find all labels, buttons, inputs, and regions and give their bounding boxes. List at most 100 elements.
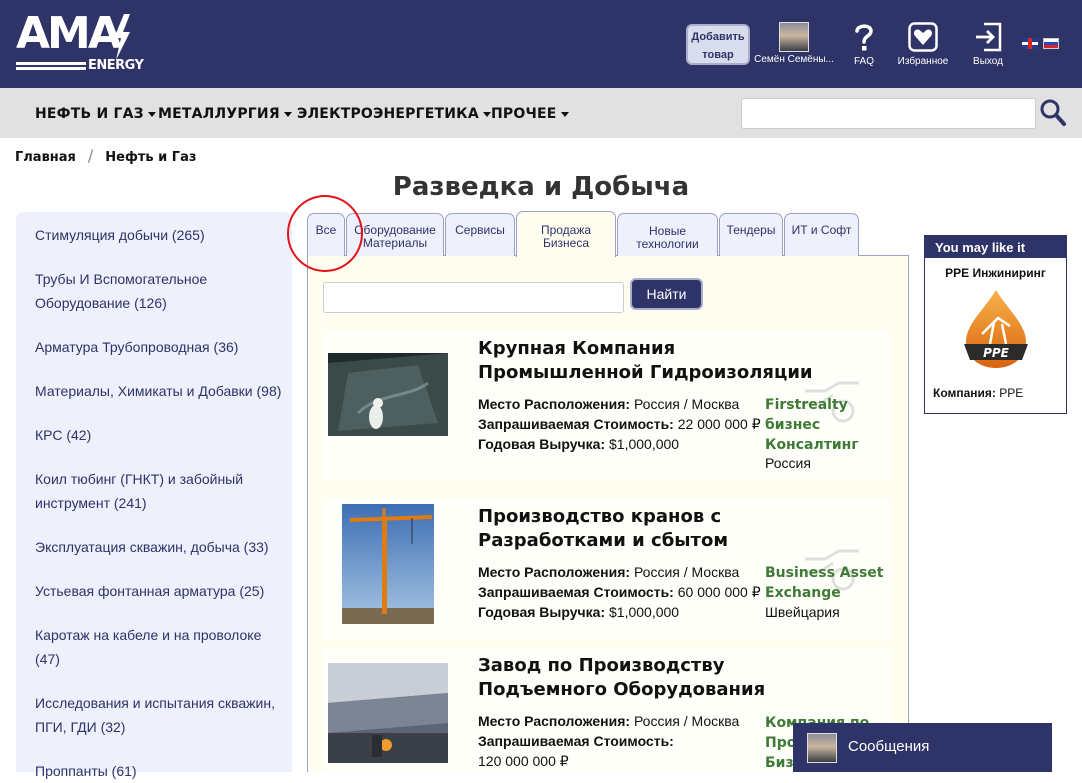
sidebar-item[interactable]: Коил тюбинг (ГНКТ) и забойный инструмент…: [35, 467, 285, 515]
field-label: Годовая Выручка:: [478, 604, 606, 620]
recommendation-box[interactable]: You may like it PPE Инжиниринг PPE Компа…: [924, 235, 1067, 414]
field-value: $1,000,000: [609, 436, 680, 452]
flag-en-icon[interactable]: [1022, 38, 1038, 49]
panel-search-input[interactable]: [323, 282, 624, 313]
favorites-label: Избранное: [897, 56, 949, 67]
sidebar-item[interactable]: Материалы, Химикаты и Добавки (98): [35, 379, 285, 403]
listing-price: Запрашиваемая Стоимость: 22 000 000 ₽: [478, 414, 761, 434]
annotation-circle: [287, 195, 363, 272]
nav-metallurgy[interactable]: МЕТАЛЛУРГИЯ: [158, 106, 292, 122]
company-label: Компания:: [933, 386, 996, 400]
field-value: $1,000,000: [609, 604, 680, 620]
listing-card: Крупная Компания Промышленной Гидроизоля…: [323, 331, 892, 479]
sidebar-item[interactable]: Устьевая фонтанная арматура (25): [35, 579, 285, 603]
page-title: Разведка и Добыча: [392, 172, 690, 202]
field-value: Россия / Москва: [633, 564, 740, 580]
heart-icon: [908, 22, 938, 52]
sidebar-item[interactable]: Каротаж на кабеле и на проволоке (47): [35, 623, 285, 671]
nav-label: МЕТАЛЛУРГИЯ: [158, 106, 280, 122]
breadcrumb-home[interactable]: Главная: [15, 150, 76, 165]
ppe-logo-icon: PPE: [963, 290, 1028, 368]
sidebar-item[interactable]: КРС (42): [35, 423, 285, 447]
listing-location: Место Расположения: Россия / Москва: [478, 711, 739, 731]
caret-down-icon: [283, 111, 292, 117]
listing-title[interactable]: Завод по Производству Подъемного Оборудо…: [478, 654, 828, 702]
caret-down-icon: [147, 111, 156, 117]
field-value: Россия / Москва: [633, 396, 740, 412]
nav-power[interactable]: ЭЛЕКТРОЭНЕРГЕТИКА: [297, 106, 491, 122]
listing-price: Запрашиваемая Стоимость:: [478, 731, 674, 751]
nav-oil-gas[interactable]: НЕФТЬ И ГАЗ: [35, 106, 156, 122]
field-value: Россия / Москва: [633, 713, 740, 729]
tab-business-sale[interactable]: Продажа Бизнеса: [516, 211, 616, 257]
avatar: [807, 733, 837, 763]
listing-thumbnail[interactable]: [342, 504, 434, 624]
field-label: Годовая Выручка:: [478, 436, 606, 452]
listing-thumbnail[interactable]: [328, 663, 448, 763]
caret-down-icon: [482, 111, 491, 117]
factory-photo: [328, 663, 448, 763]
listing-title[interactable]: Производство кранов с Разработками и сбы…: [478, 505, 828, 553]
recommendation-name[interactable]: PPE Инжиниринг: [925, 266, 1066, 280]
waterproofing-photo: [328, 353, 448, 436]
top-header: AMA ENERGY Добавить товар Семён Семёны..…: [0, 0, 1082, 88]
faq-label: FAQ: [853, 56, 874, 67]
nav-other[interactable]: ПРОЧЕЕ: [491, 106, 569, 122]
sidebar-item[interactable]: Исследования и испытания скважин, ПГИ, Г…: [35, 691, 285, 739]
listing-title[interactable]: Крупная Компания Промышленной Гидроизоля…: [478, 337, 828, 385]
company-value: PPE: [999, 386, 1024, 400]
field-label: Место Расположения:: [478, 713, 631, 729]
field-label: Место Расположения:: [478, 564, 631, 580]
sidebar-item[interactable]: Эксплуатация скважин, добыча (33): [35, 535, 285, 559]
field-label: Запрашиваемая Стоимость:: [478, 416, 674, 432]
listing-price: Запрашиваемая Стоимость: 60 000 000 ₽: [478, 582, 761, 602]
recommendation-company: Компания: PPE: [933, 386, 1023, 400]
logout-link[interactable]: Выход: [968, 22, 1008, 67]
messages-widget[interactable]: Сообщения: [793, 723, 1052, 772]
category-sidebar: Стимуляция добычи (265) Трубы И Вспомога…: [16, 212, 292, 779]
logo-subtext: ENERGY: [88, 58, 144, 73]
user-name: Семён Семёны...: [754, 54, 834, 65]
seller-name[interactable]: Firstrealty бизнес Консалтинг: [765, 395, 885, 455]
listing-price-value: 120 000 000 ₽: [478, 753, 569, 769]
caret-down-icon: [560, 111, 569, 117]
field-value: 22 000 000 ₽: [677, 416, 761, 432]
breadcrumb-current[interactable]: Нефть и Газ: [105, 150, 196, 165]
find-button[interactable]: Найти: [630, 278, 703, 310]
tab-new-tech[interactable]: Новые технологии: [617, 213, 718, 256]
seller-name[interactable]: Business Asset Exchange: [765, 563, 885, 603]
ama-energy-logo[interactable]: AMA ENERGY: [14, 8, 144, 78]
ad-logo-text: PPE: [983, 346, 1010, 360]
listing-card: Производство кранов с Разработками и сбы…: [323, 499, 892, 639]
favorites-link[interactable]: Избранное: [894, 22, 952, 67]
search-icon[interactable]: [1040, 99, 1066, 127]
avatar: [779, 22, 809, 52]
field-label: Запрашиваемая Стоимость:: [478, 733, 674, 749]
flag-ru-icon[interactable]: [1043, 38, 1059, 49]
listing-location: Место Расположения: Россия / Москва: [478, 394, 739, 414]
sidebar-item[interactable]: Трубы И Вспомогательное Оборудование (12…: [35, 267, 285, 315]
user-profile[interactable]: Семён Семёны...: [752, 22, 836, 65]
tab-it-soft[interactable]: ИТ и Софт: [784, 213, 859, 256]
messages-label: Сообщения: [848, 738, 930, 755]
sidebar-item[interactable]: Проппанты (61): [35, 759, 285, 783]
sidebar-item[interactable]: Арматура Трубопроводная (36): [35, 335, 285, 359]
breadcrumb-separator: /: [87, 146, 94, 165]
tab-services[interactable]: Сервисы: [445, 213, 515, 256]
breadcrumb: Главная / Нефть и Газ: [15, 146, 196, 165]
nav-label: НЕФТЬ И ГАЗ: [35, 106, 144, 122]
logout-icon: [976, 22, 1002, 52]
add-product-button[interactable]: Добавить товар: [686, 24, 750, 65]
nav-label: ЭЛЕКТРОЭНЕРГЕТИКА: [297, 106, 479, 122]
faq-link[interactable]: FAQ: [848, 22, 880, 67]
field-value: 60 000 000 ₽: [677, 584, 761, 600]
logo-text: AMA: [16, 8, 122, 59]
tab-tenders[interactable]: Тендеры: [719, 213, 783, 256]
recommendation-heading: You may like it: [925, 236, 1066, 258]
seller-country: Швейцария: [765, 604, 840, 620]
listing-revenue: Годовая Выручка: $1,000,000: [478, 602, 679, 622]
crane-photo: [342, 504, 434, 624]
listing-thumbnail[interactable]: [328, 353, 448, 436]
sidebar-item[interactable]: Стимуляция добычи (265): [35, 223, 285, 247]
header-search-input[interactable]: [741, 98, 1036, 129]
